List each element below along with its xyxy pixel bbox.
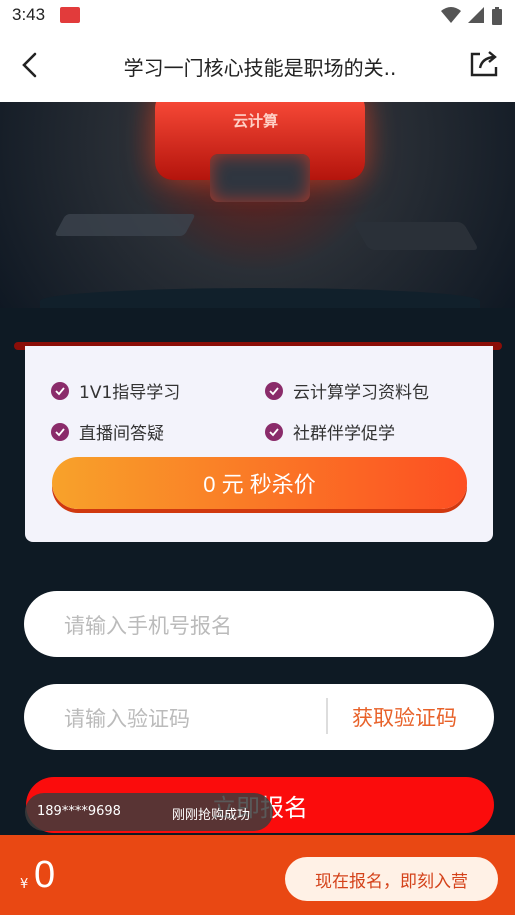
share-icon[interactable] <box>467 46 501 80</box>
benefits-card: 1V1指导学习 云计算学习资料包 直播间答疑 社群伴学促学 0 元 秒杀价 <box>25 346 493 542</box>
nav-bar: 学习一门核心技能是职场的关.. <box>0 30 515 102</box>
hero-banner: 云计算 <box>0 102 515 308</box>
feature-item: 1V1指导学习 <box>51 378 180 403</box>
feature-item: 社群伴学促学 <box>265 419 395 444</box>
status-bar: 3:43 <box>0 0 515 30</box>
hero-base <box>40 288 480 308</box>
toast-message: 刚刚抢购成功 <box>172 808 251 823</box>
purchase-toast: 189****9698 刚刚抢购成功 <box>25 793 273 831</box>
code-divider <box>326 698 328 734</box>
price-amount: 0 <box>34 854 56 896</box>
battery-icon <box>492 7 502 25</box>
phone-placeholder: 请输入手机号报名 <box>64 614 232 638</box>
feature-label: 云计算学习资料包 <box>293 383 429 403</box>
feature-item: 直播间答疑 <box>51 419 164 444</box>
feature-item: 云计算学习资料包 <box>265 378 429 403</box>
check-icon <box>265 422 283 441</box>
status-time: 3:43 <box>12 5 46 24</box>
app-notification-icon <box>60 7 80 23</box>
hero-label: 云计算 <box>233 112 279 130</box>
hero-plate-right <box>352 222 480 250</box>
check-icon <box>51 422 69 441</box>
hero-plate-left <box>54 214 196 236</box>
wifi-icon <box>441 7 461 23</box>
hero-chip <box>210 154 310 202</box>
feature-label: 直播间答疑 <box>79 424 164 444</box>
check-icon <box>265 381 283 400</box>
check-icon <box>51 381 69 400</box>
bottom-bar: ¥ 0 现在报名，即刻入营 <box>0 835 515 915</box>
cellular-signal-icon <box>468 7 484 23</box>
get-code-button[interactable]: 获取验证码 <box>352 702 457 732</box>
signup-section[interactable]: 1V1指导学习 云计算学习资料包 直播间答疑 社群伴学促学 0 元 秒杀价 请输… <box>0 308 515 835</box>
code-field[interactable]: 请输入验证码 获取验证码 <box>24 684 494 750</box>
page-title: 学习一门核心技能是职场的关.. <box>123 56 397 80</box>
enroll-button[interactable]: 现在报名，即刻入营 <box>285 857 498 901</box>
feature-label: 1V1指导学习 <box>79 383 181 403</box>
code-placeholder: 请输入验证码 <box>64 707 190 731</box>
feature-label: 社群伴学促学 <box>293 424 395 444</box>
phone-field[interactable]: 请输入手机号报名 <box>24 591 494 657</box>
back-arrow-icon[interactable] <box>14 48 48 82</box>
price-button[interactable]: 0 元 秒杀价 <box>52 457 467 509</box>
currency-symbol: ¥ <box>20 877 29 892</box>
toast-phone: 189****9698 <box>37 804 121 819</box>
